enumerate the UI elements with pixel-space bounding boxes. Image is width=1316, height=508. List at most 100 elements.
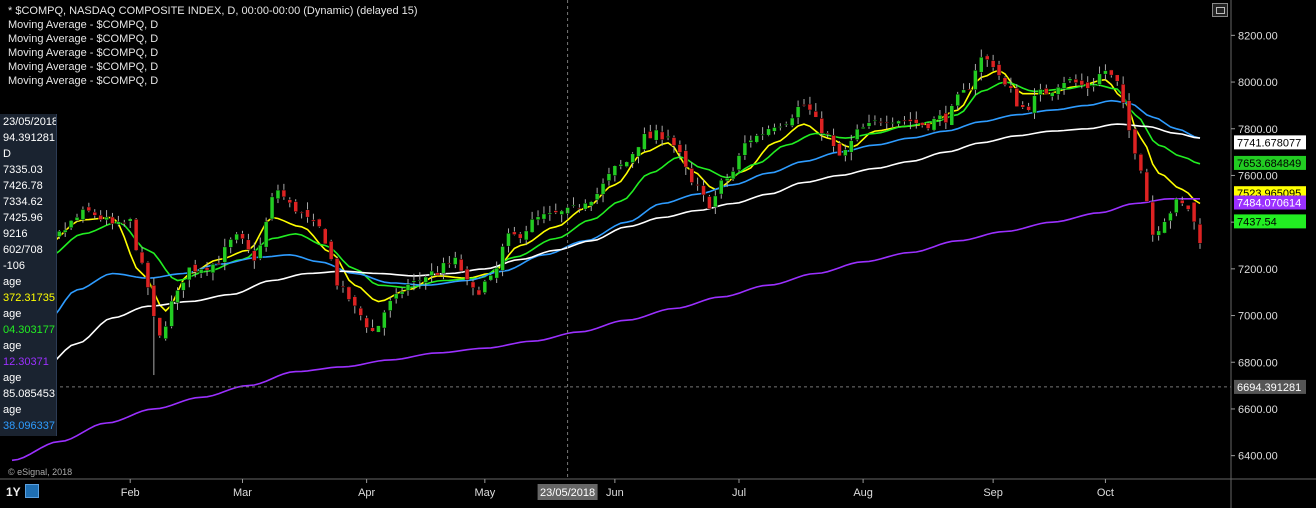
- candle-body: [724, 178, 730, 182]
- candle-body: [754, 135, 759, 143]
- candle-body: [553, 210, 559, 213]
- x-tick-label: Sep: [983, 487, 1003, 499]
- candle-body: [1150, 201, 1155, 236]
- candle-body: [571, 204, 576, 207]
- candle-body: [925, 122, 931, 129]
- candle-body: [1055, 86, 1061, 95]
- legend-ma-1: Moving Average - $COMPQ, D: [8, 19, 159, 31]
- candle-body: [228, 239, 233, 248]
- candle-body: [151, 284, 157, 317]
- candle-body: [931, 118, 937, 131]
- candle-body: [340, 286, 346, 288]
- candle-body: [352, 296, 358, 307]
- candle-body: [1038, 89, 1043, 95]
- candle-body: [169, 300, 174, 327]
- candle-body: [257, 244, 263, 259]
- candle-body: [512, 231, 517, 235]
- candle-body: [890, 122, 895, 124]
- candle-body: [1049, 92, 1055, 97]
- candle-body: [435, 272, 440, 276]
- candle: [949, 104, 955, 126]
- candle-body: [612, 165, 618, 176]
- candle-body: [979, 56, 984, 73]
- data-window-row: age: [3, 340, 22, 352]
- x-tick-label: Feb: [121, 487, 140, 499]
- candle-body: [1002, 77, 1008, 86]
- data-window-row: 7426.78: [3, 180, 43, 192]
- candle-body: [1162, 221, 1167, 234]
- timeframe-settings-icon[interactable]: [25, 484, 39, 498]
- y-tick-label: 6800.00: [1238, 357, 1278, 369]
- candle-body: [163, 326, 168, 340]
- crosshair-date-label: 23/05/2018: [540, 487, 595, 499]
- esignal-watermark: © eSignal, 2018: [8, 467, 73, 477]
- candle-body: [1180, 199, 1185, 204]
- candle-body: [80, 209, 86, 221]
- candle-body: [778, 126, 783, 128]
- candle-body: [1097, 73, 1102, 85]
- candle-body: [334, 258, 340, 287]
- y-tick-label: 7200.00: [1238, 264, 1278, 276]
- candle-body: [1126, 100, 1132, 131]
- candle: [482, 279, 488, 295]
- candle-body: [937, 114, 943, 121]
- candle-body: [624, 161, 629, 167]
- candle-body: [795, 106, 801, 118]
- price-label-text: 7437.54: [1237, 216, 1277, 228]
- candle-body: [388, 300, 393, 311]
- candle: [376, 325, 381, 333]
- candle-body: [683, 150, 689, 168]
- candle-body: [393, 293, 399, 300]
- candle-body: [843, 149, 848, 156]
- candle-body: [57, 230, 62, 237]
- candle-body: [104, 216, 109, 221]
- candle-body: [328, 241, 334, 260]
- x-tick-label: Jun: [606, 487, 624, 499]
- y-tick-label: 7000.00: [1238, 311, 1278, 323]
- candle-body: [1132, 128, 1138, 155]
- candle-body: [984, 55, 990, 60]
- candle-body: [1014, 88, 1020, 107]
- candle-body: [281, 189, 287, 198]
- candle-body: [748, 139, 754, 143]
- data-window-row: 372.31735: [3, 292, 55, 304]
- candle-body: [423, 276, 428, 283]
- candle-body: [1085, 82, 1090, 89]
- y-tick-label: 6600.00: [1238, 404, 1278, 416]
- data-window-row: 7335.03: [3, 164, 43, 176]
- data-window-row: age: [3, 276, 22, 288]
- candle-body: [1197, 223, 1203, 244]
- data-window-row: age: [3, 372, 22, 384]
- candle-body: [973, 70, 978, 90]
- candle: [317, 218, 322, 228]
- candle-body: [482, 281, 488, 293]
- legend-ma-3: Moving Average - $COMPQ, D: [8, 47, 159, 59]
- candle: [736, 153, 742, 172]
- candle-body: [216, 262, 222, 265]
- candle-body: [1020, 104, 1025, 108]
- x-tick-label: Aug: [853, 487, 873, 499]
- candle-body: [730, 171, 736, 180]
- maximize-window-icon[interactable]: [1212, 3, 1228, 17]
- candle-body: [192, 264, 198, 273]
- data-window-row: 7425.96: [3, 212, 43, 224]
- candle-body: [742, 142, 748, 156]
- data-window-row: 12.30371: [3, 356, 49, 368]
- timeframe-label[interactable]: 1Y: [6, 485, 21, 499]
- candle-body: [943, 112, 949, 123]
- candle-body: [642, 133, 647, 150]
- candle-body: [784, 123, 789, 126]
- candle-body: [961, 89, 966, 94]
- candle-body: [275, 189, 281, 200]
- data-window-row: 38.096337: [3, 420, 55, 432]
- candle: [269, 192, 275, 221]
- candle-body: [606, 173, 612, 181]
- crosshair-value-label: 6694.391281: [1237, 382, 1301, 394]
- candle-body: [695, 184, 700, 186]
- candle-body: [825, 132, 830, 135]
- candle-body: [1026, 106, 1031, 111]
- candle-body: [577, 207, 582, 210]
- candle-body: [919, 122, 925, 126]
- candle-body: [1191, 202, 1197, 223]
- candle-body: [801, 104, 807, 106]
